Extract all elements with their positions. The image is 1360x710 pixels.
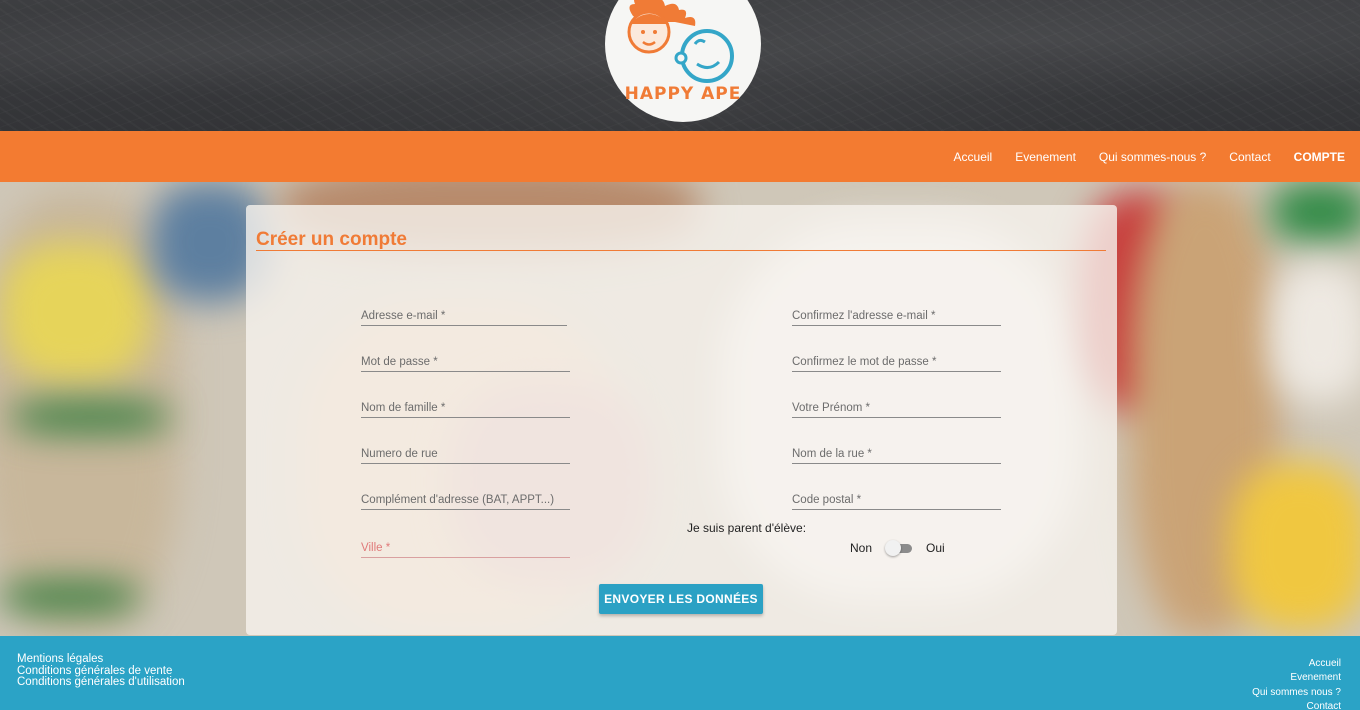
password-confirm-field[interactable] xyxy=(792,352,1001,372)
footer: Mentions légales Conditions générales de… xyxy=(0,636,1360,710)
signup-card: Créer un compte Je suis parent d'élève: … xyxy=(246,205,1117,635)
password-field[interactable] xyxy=(361,352,570,372)
address-extra-field[interactable] xyxy=(361,490,570,510)
nav-item-compte[interactable]: COMPTE xyxy=(1294,150,1345,164)
city-field[interactable] xyxy=(361,538,570,558)
toggle-knob xyxy=(885,540,902,556)
street-name-field[interactable] xyxy=(792,444,1001,464)
nav-item-evenement[interactable]: Evenement xyxy=(1015,150,1076,164)
password-confirm-field-wrapper xyxy=(792,352,1001,372)
first-name-field-wrapper xyxy=(792,398,1001,418)
parent-toggle-switch[interactable] xyxy=(885,540,913,556)
footer-nav-links: Accueil Evenement Qui sommes nous ? Cont… xyxy=(1252,657,1341,710)
address-extra-field-wrapper xyxy=(361,490,570,510)
last-name-field[interactable] xyxy=(361,398,570,418)
parent-toggle-row: Non Oui xyxy=(850,540,945,556)
postal-code-field[interactable] xyxy=(792,490,1001,510)
nav-links: Accueil Evenement Qui sommes-nous ? Cont… xyxy=(931,131,1345,182)
footer-link-contact[interactable]: Contact xyxy=(1252,700,1341,710)
toggle-off-label: Non xyxy=(850,541,873,555)
footer-link-cgu[interactable]: Conditions générales d'utilisation xyxy=(17,676,185,689)
site-logo[interactable]: HAPPY APE xyxy=(605,0,761,122)
email-field[interactable] xyxy=(361,306,567,326)
title-divider xyxy=(256,250,1106,251)
footer-link-qui-sommes-nous[interactable]: Qui sommes nous ? xyxy=(1252,686,1341,700)
parent-question-label: Je suis parent d'élève: xyxy=(687,521,807,535)
email-confirm-field-wrapper xyxy=(792,306,1001,326)
footer-link-accueil[interactable]: Accueil xyxy=(1252,657,1341,671)
street-name-field-wrapper xyxy=(792,444,1001,464)
submit-button[interactable]: ENVOYER LES DONNÉES xyxy=(599,584,763,614)
last-name-field-wrapper xyxy=(361,398,570,418)
footer-legal-links: Mentions légales Conditions générales de… xyxy=(17,653,185,689)
street-number-field-wrapper xyxy=(361,444,570,464)
postal-code-field-wrapper xyxy=(792,490,1001,510)
main-nav: Accueil Evenement Qui sommes-nous ? Cont… xyxy=(0,131,1360,182)
password-field-wrapper xyxy=(361,352,570,372)
first-name-field[interactable] xyxy=(792,398,1001,418)
logo-text: HAPPY APE xyxy=(624,84,742,104)
footer-link-mentions-legales[interactable]: Mentions légales xyxy=(17,653,185,666)
city-field-wrapper xyxy=(361,538,570,558)
street-number-field[interactable] xyxy=(361,444,570,464)
email-field-wrapper xyxy=(361,306,567,326)
page-title: Créer un compte xyxy=(256,229,407,250)
email-confirm-field[interactable] xyxy=(792,306,1001,326)
nav-item-accueil[interactable]: Accueil xyxy=(954,150,993,164)
footer-link-evenement[interactable]: Evenement xyxy=(1252,671,1341,685)
toggle-on-label: Oui xyxy=(926,541,945,555)
nav-item-qui-sommes-nous[interactable]: Qui sommes-nous ? xyxy=(1099,150,1206,164)
nav-item-contact[interactable]: Contact xyxy=(1229,150,1270,164)
